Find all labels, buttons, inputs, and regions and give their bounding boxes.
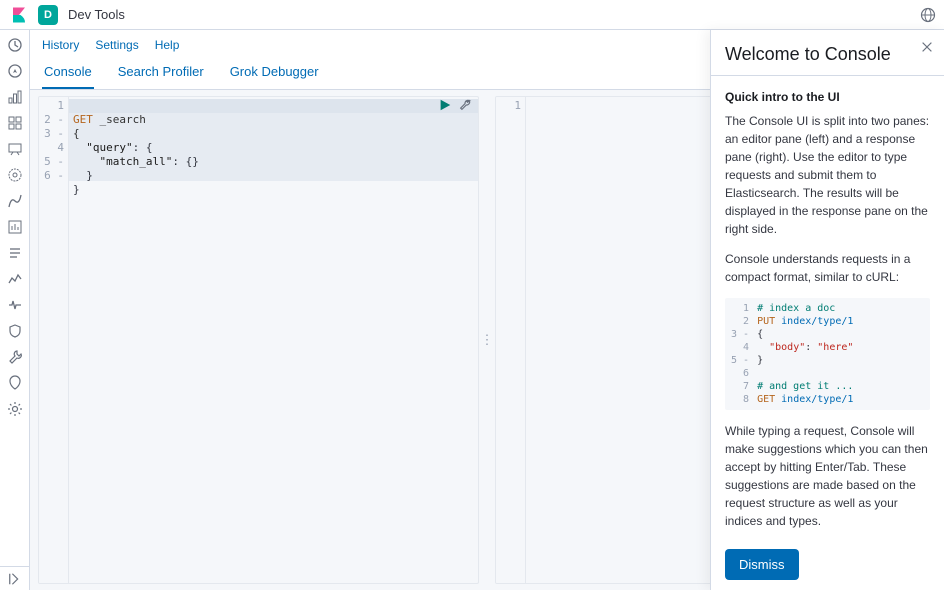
- submit-request-button[interactable]: [438, 98, 452, 112]
- section-heading-intro: Quick intro to the UI: [725, 90, 930, 104]
- visualize-icon[interactable]: [6, 88, 24, 106]
- metrics-icon[interactable]: [6, 218, 24, 236]
- side-nav: [0, 30, 30, 590]
- history-link[interactable]: History: [42, 38, 79, 52]
- tab-console[interactable]: Console: [42, 56, 94, 89]
- dashboard-icon[interactable]: [6, 114, 24, 132]
- editor-gutter: 1 2 - 3 - 4 5 - 6 -: [39, 97, 69, 583]
- intro-para-2: Console understands requests in a compac…: [725, 250, 930, 286]
- devtools-icon[interactable]: [6, 348, 24, 366]
- flyout-body: Quick intro to the UI The Console UI is …: [711, 76, 944, 539]
- flyout-footer: Dismiss: [711, 539, 944, 590]
- apm-icon[interactable]: [6, 270, 24, 288]
- editor-code[interactable]: GET _search { "query": { "match_all": {}…: [69, 97, 478, 583]
- welcome-flyout: Welcome to Console Quick intro to the UI…: [710, 30, 944, 590]
- code-sample: 1 2 3 - 4 5 - 6 7 8 # index a doc PUT in…: [725, 298, 930, 410]
- flyout-title: Welcome to Console: [725, 44, 930, 65]
- recent-icon[interactable]: [6, 36, 24, 54]
- response-gutter: 1: [496, 97, 526, 583]
- uptime-icon[interactable]: [6, 296, 24, 314]
- close-icon[interactable]: [920, 40, 934, 54]
- app-badge: D: [38, 5, 58, 25]
- flyout-header: Welcome to Console: [711, 30, 944, 76]
- monitoring-icon[interactable]: [6, 374, 24, 392]
- intro-para-1: The Console UI is split into two panes: …: [725, 112, 930, 238]
- help-link[interactable]: Help: [155, 38, 180, 52]
- editor-pane[interactable]: 1 2 - 3 - 4 5 - 6 - GET _search { "query…: [38, 96, 479, 584]
- globe-icon[interactable]: [920, 7, 936, 23]
- canvas-icon[interactable]: [6, 140, 24, 158]
- app-title: Dev Tools: [68, 7, 125, 22]
- tab-search-profiler[interactable]: Search Profiler: [116, 56, 206, 89]
- dismiss-button[interactable]: Dismiss: [725, 549, 799, 580]
- maps-icon[interactable]: [6, 166, 24, 184]
- management-icon[interactable]: [6, 400, 24, 418]
- collapse-nav-button[interactable]: [0, 566, 30, 590]
- tab-grok-debugger[interactable]: Grok Debugger: [228, 56, 321, 89]
- discover-icon[interactable]: [6, 62, 24, 80]
- logs-icon[interactable]: [6, 244, 24, 262]
- wrench-menu-button[interactable]: [458, 98, 472, 112]
- top-bar: D Dev Tools: [0, 0, 944, 30]
- pane-separator[interactable]: [485, 96, 489, 584]
- siem-icon[interactable]: [6, 322, 24, 340]
- kibana-logo-icon: [10, 6, 28, 24]
- settings-link[interactable]: Settings: [95, 38, 138, 52]
- intro-para-3: While typing a request, Console will mak…: [725, 422, 930, 530]
- ml-icon[interactable]: [6, 192, 24, 210]
